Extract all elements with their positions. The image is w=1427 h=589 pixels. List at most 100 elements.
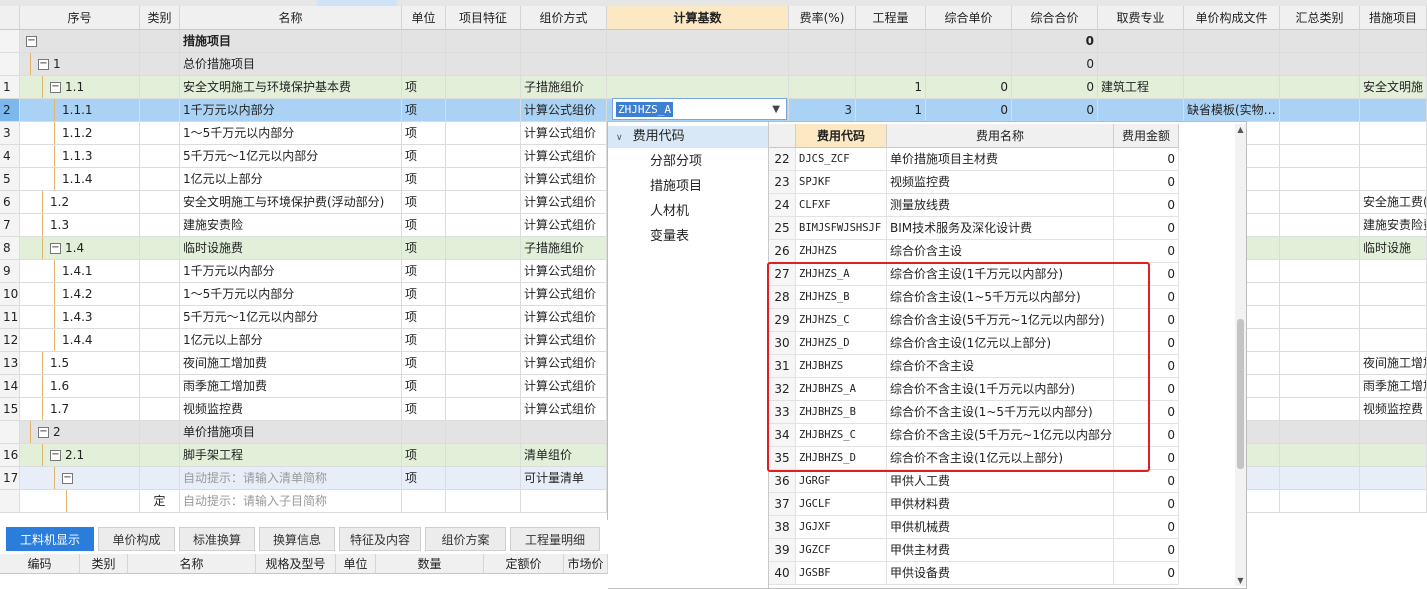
cell-name[interactable]: 总价措施项目	[180, 53, 402, 75]
chevron-down-icon[interactable]: ▼	[772, 104, 780, 115]
list-row[interactable]: 25 BIMJSFWJSHSJF BIM技术服务及深化设计费 0	[769, 217, 1179, 240]
cell-sumcat[interactable]	[1280, 168, 1360, 190]
cell-seq[interactable]: −	[20, 30, 140, 52]
detail-column-header[interactable]: 类别	[80, 554, 128, 574]
cell-extra[interactable]: 夜间施工增加	[1360, 352, 1427, 374]
cell-unit[interactable]: 项	[402, 76, 446, 98]
cell-cat[interactable]	[140, 191, 180, 213]
cell-extra[interactable]: 安全施工费(	[1360, 191, 1427, 213]
cell-extra[interactable]: 建施安责险费	[1360, 214, 1427, 236]
cell-method[interactable]: 计算公式组价	[521, 306, 607, 328]
cell-unit[interactable]: 项	[402, 375, 446, 397]
cell-sumcat[interactable]	[1280, 53, 1360, 75]
list-row[interactable]: 35 ZHJBHZS_D 综合价不含主设(1亿元以上部分) 0	[769, 447, 1179, 470]
column-header[interactable]: 项目特征	[446, 6, 521, 30]
column-header[interactable]: 取费专业	[1098, 6, 1184, 30]
cell-sumcat[interactable]	[1280, 490, 1360, 512]
cell-method[interactable]: 计算公式组价	[521, 122, 607, 144]
cell-unit[interactable]: 项	[402, 168, 446, 190]
cell-seq[interactable]: −1.4	[20, 237, 140, 259]
cell-unit[interactable]: 项	[402, 99, 446, 121]
list-column-header[interactable]: 费用代码	[796, 124, 887, 148]
detail-column-header[interactable]: 编码	[0, 554, 80, 574]
column-header[interactable]: 综合单价	[926, 6, 1012, 30]
column-header[interactable]	[0, 6, 20, 30]
cell-seq[interactable]: −	[20, 467, 140, 489]
detail-column-header[interactable]: 规格及型号	[256, 554, 336, 574]
cell-sumcat[interactable]	[1280, 99, 1360, 121]
column-header[interactable]: 费率(%)	[789, 6, 856, 30]
cell-feat[interactable]	[446, 444, 521, 466]
cell-cat[interactable]	[140, 444, 180, 466]
cell-seq[interactable]: 1.5	[20, 352, 140, 374]
detail-column-header[interactable]: 定额价	[484, 554, 564, 574]
cell-method[interactable]: 计算公式组价	[521, 283, 607, 305]
cell-seq[interactable]: 1.1.1	[20, 99, 140, 121]
cell-feat[interactable]	[446, 490, 521, 512]
cell-feat[interactable]	[446, 122, 521, 144]
cell-extra[interactable]	[1360, 260, 1427, 282]
cell-unit[interactable]: 项	[402, 352, 446, 374]
cell-cat[interactable]	[140, 283, 180, 305]
cell-fee[interactable]	[1098, 53, 1184, 75]
cell-sumcat[interactable]	[1280, 30, 1360, 52]
cell-feat[interactable]	[446, 191, 521, 213]
column-header[interactable]: 组价方式	[521, 6, 607, 30]
cell-seq[interactable]: −1.1	[20, 76, 140, 98]
calc-base-combobox[interactable]: ZHJHZS_A ▼	[612, 98, 787, 120]
cell-method[interactable]: 计算公式组价	[521, 398, 607, 420]
cell-qty[interactable]: 1	[856, 76, 926, 98]
cell-cat[interactable]	[140, 467, 180, 489]
cell-seq[interactable]: 1.1.2	[20, 122, 140, 144]
collapse-toggle-icon[interactable]: −	[62, 473, 73, 484]
cell-cat[interactable]	[140, 214, 180, 236]
cell-qty[interactable]	[856, 30, 926, 52]
cell-name[interactable]: 自动提示：请输入子目简称	[180, 490, 402, 512]
calc-base-value[interactable]: ZHJHZS_A	[616, 102, 673, 117]
column-header[interactable]: 计算基数	[607, 6, 789, 30]
cell-cat[interactable]	[140, 352, 180, 374]
cell-qty[interactable]	[856, 53, 926, 75]
cell-extra[interactable]	[1360, 306, 1427, 328]
cell-feat[interactable]	[446, 237, 521, 259]
cell-feat[interactable]	[446, 30, 521, 52]
cell-extra[interactable]	[1360, 122, 1427, 144]
cell-name[interactable]: 视频监控费	[180, 398, 402, 420]
cell-cat[interactable]	[140, 329, 180, 351]
cell-cat[interactable]	[140, 375, 180, 397]
detail-column-header[interactable]: 名称	[128, 554, 256, 574]
cell-total[interactable]: 0	[1012, 76, 1098, 98]
cell-cat[interactable]	[140, 168, 180, 190]
cell-seq[interactable]: 1.6	[20, 375, 140, 397]
chevron-down-icon[interactable]: ∨	[616, 133, 623, 143]
cell-feat[interactable]	[446, 467, 521, 489]
table-row[interactable]: 1 −1.1 安全文明施工与环境保护基本费 项 子措施组价 1 0 0 建筑工程 安全文明施	[0, 76, 1427, 99]
cell-uprice[interactable]	[926, 53, 1012, 75]
cell-name[interactable]: 单价措施项目	[180, 421, 402, 443]
cell-method[interactable]	[521, 53, 607, 75]
cell-cat[interactable]	[140, 421, 180, 443]
list-row[interactable]: 28 ZHJHZS_B 综合价含主设(1~5千万元以内部分) 0	[769, 286, 1179, 309]
tree-node-fee-code[interactable]: ∨ 费用代码	[608, 126, 768, 148]
cell-method[interactable]: 计算公式组价	[521, 375, 607, 397]
cell-method[interactable]: 计算公式组价	[521, 145, 607, 167]
collapse-toggle-icon[interactable]: −	[26, 36, 37, 47]
cell-sumcat[interactable]	[1280, 444, 1360, 466]
cell-unit[interactable]: 项	[402, 122, 446, 144]
cell-method[interactable]: 子措施组价	[521, 76, 607, 98]
cell-seq[interactable]: 1.4.1	[20, 260, 140, 282]
cell-rate[interactable]: 3	[789, 99, 856, 121]
tab-item[interactable]: 单价构成	[98, 527, 175, 551]
column-header[interactable]: 类别	[140, 6, 180, 30]
cell-unit[interactable]: 项	[402, 145, 446, 167]
cell-seq[interactable]: −1	[20, 53, 140, 75]
cell-unit[interactable]	[402, 421, 446, 443]
list-row[interactable]: 34 ZHJBHZS_C 综合价不含主设(5千万元~1亿元以内部分) 0	[769, 424, 1179, 447]
cell-name[interactable]: 5千万元～1亿元以内部分	[180, 306, 402, 328]
list-row[interactable]: 40 JGSBF 甲供设备费 0	[769, 562, 1179, 585]
cell-method[interactable]: 子措施组价	[521, 237, 607, 259]
collapse-toggle-icon[interactable]: −	[50, 243, 61, 254]
detail-column-header[interactable]: 单位	[336, 554, 376, 574]
cell-extra[interactable]	[1360, 467, 1427, 489]
cell-feat[interactable]	[446, 283, 521, 305]
